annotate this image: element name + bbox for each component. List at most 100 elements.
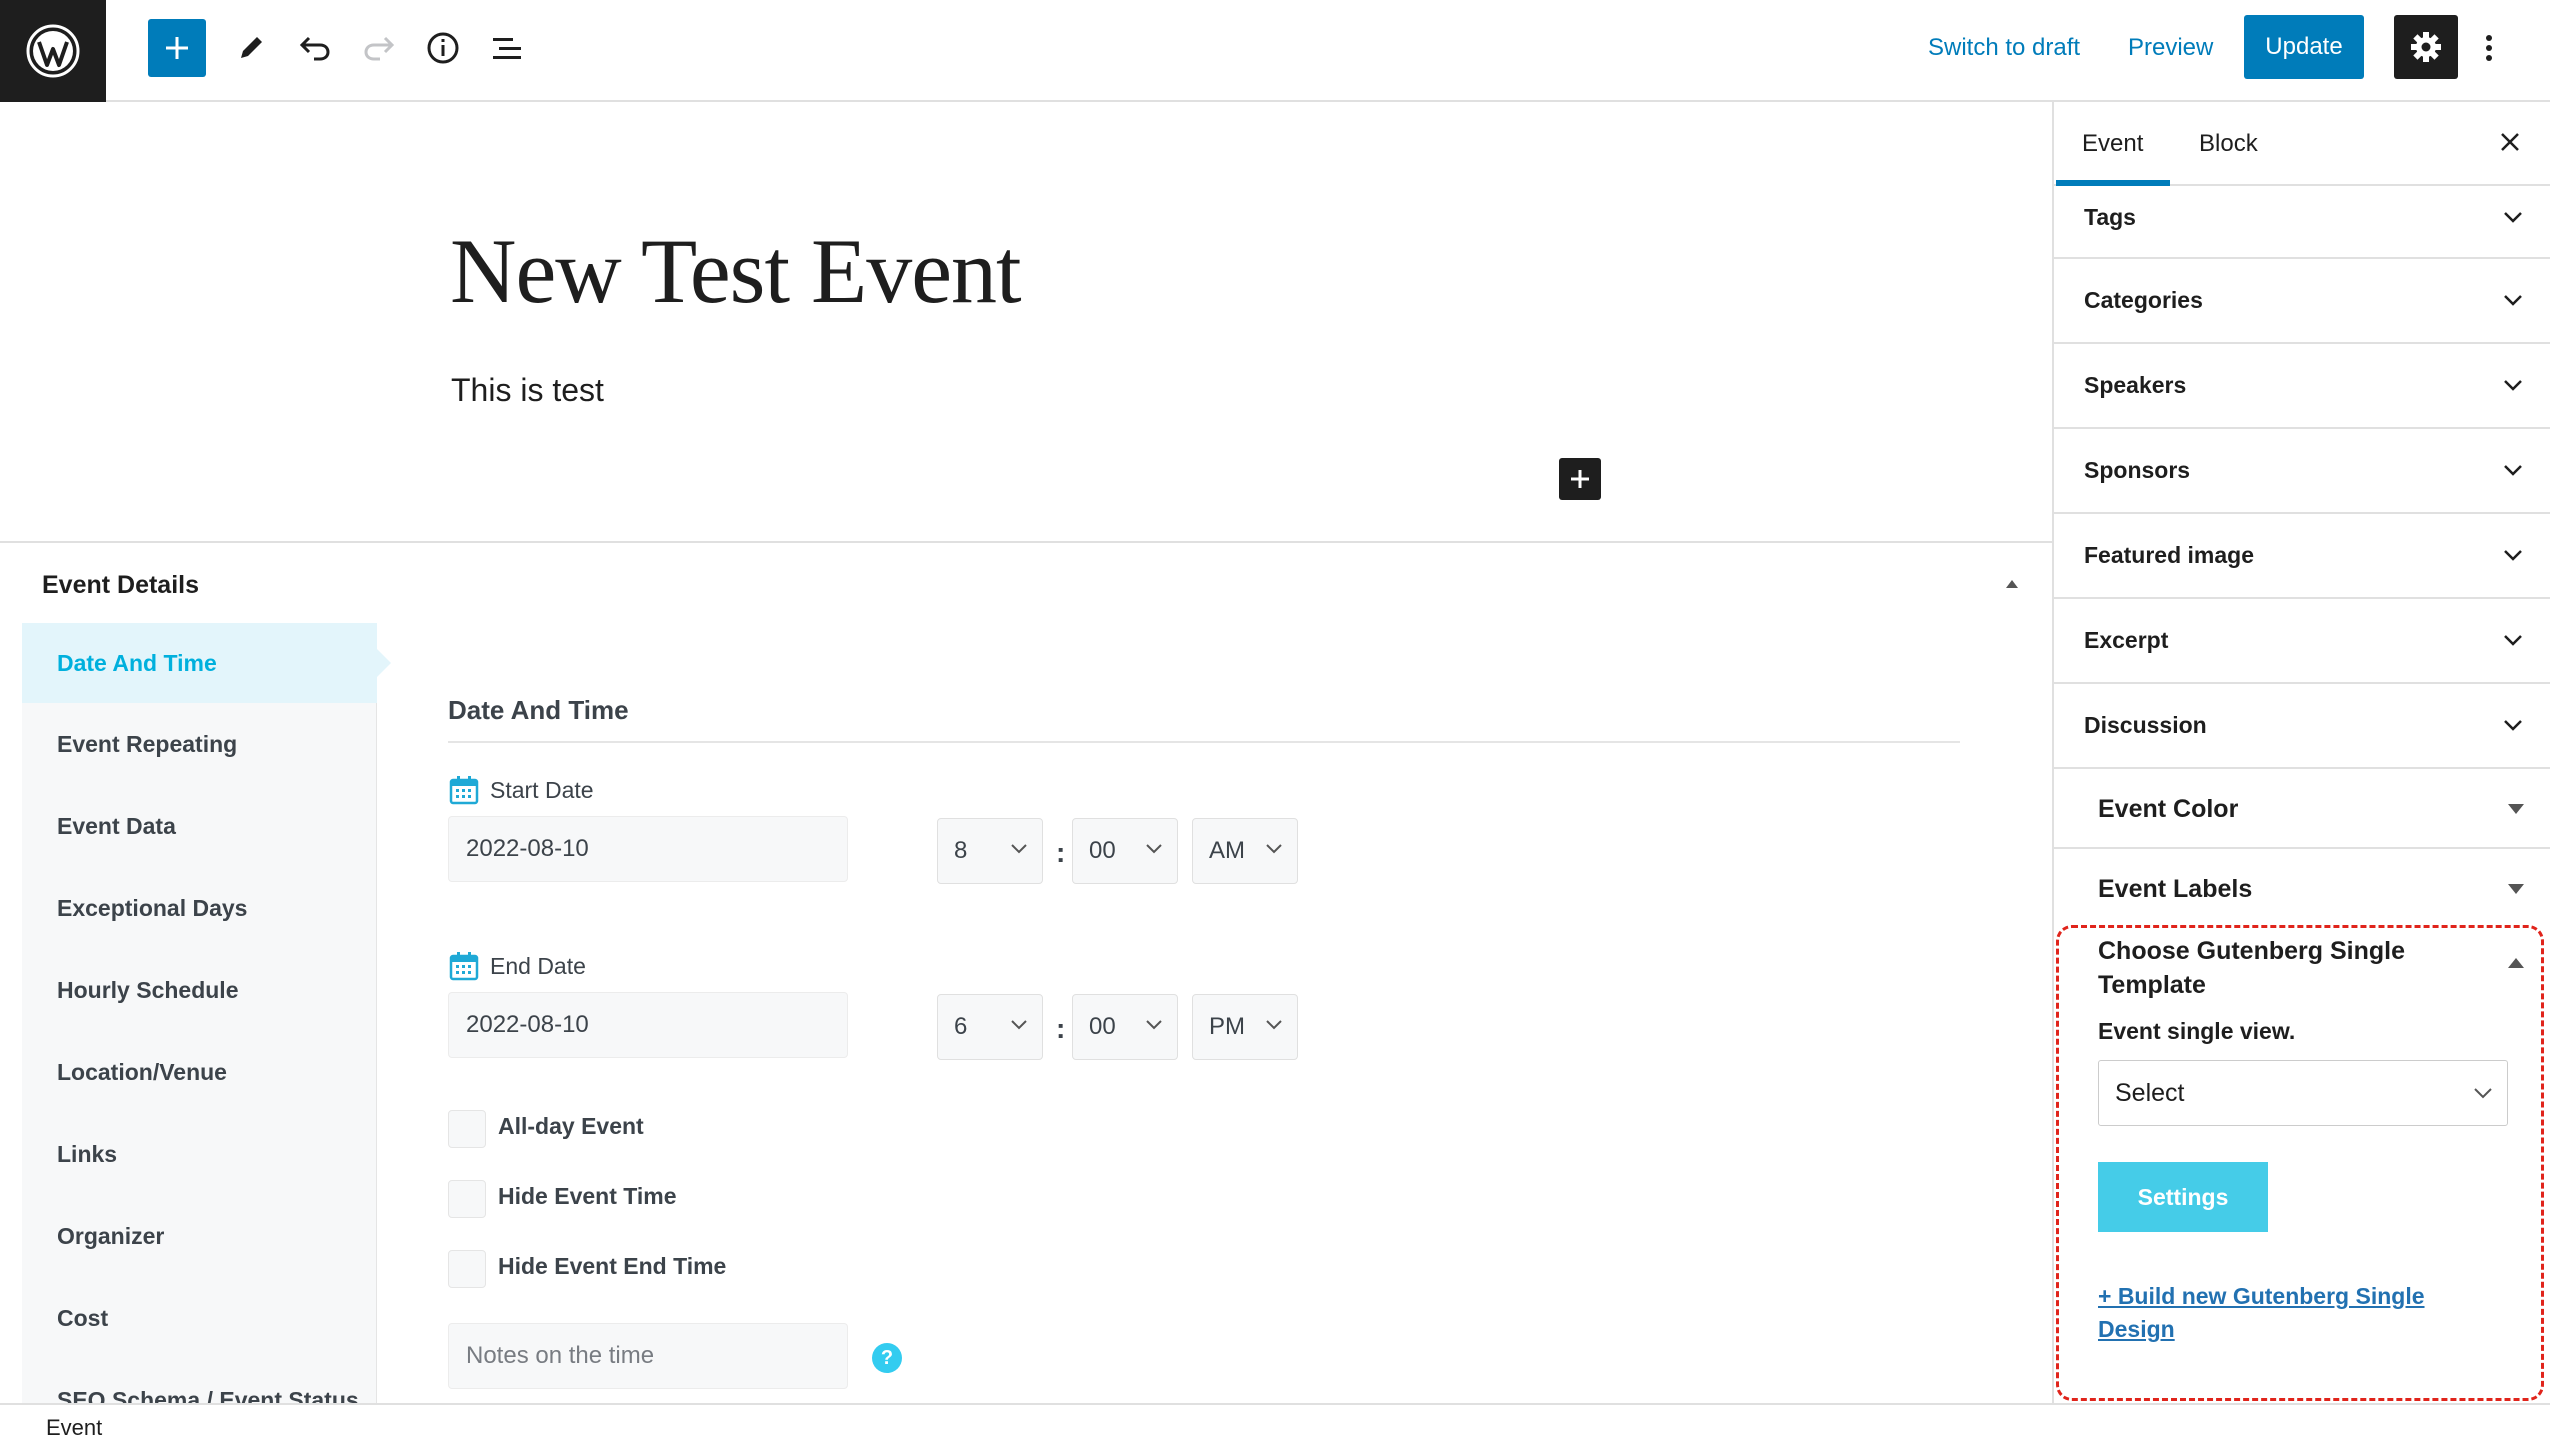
nav-item-cost[interactable]: Cost	[22, 1277, 376, 1359]
chevron-down-icon	[2504, 720, 2522, 731]
preview-button[interactable]: Preview	[2128, 18, 2213, 78]
list-view-button[interactable]	[480, 18, 534, 78]
chevron-down-icon	[1266, 844, 1282, 854]
start-hour-value: 8	[954, 837, 968, 864]
panel-title: Tags	[2084, 204, 2136, 230]
end-ampm-select[interactable]: PM	[1192, 994, 1298, 1060]
redo-icon	[364, 36, 395, 61]
event-single-view-select[interactable]: Select	[2098, 1060, 2508, 1126]
chevron-down-icon	[1011, 1020, 1027, 1030]
update-button[interactable]: Update	[2244, 15, 2364, 79]
triangle-up-icon[interactable]	[2508, 958, 2524, 968]
nav-item-event-data[interactable]: Event Data	[22, 785, 376, 867]
tab-event[interactable]: Event	[2082, 130, 2143, 158]
end-date-label: End Date	[490, 953, 586, 979]
all-day-label: All-day Event	[498, 1113, 644, 1139]
redo-button[interactable]	[352, 18, 406, 78]
section-title: Date And Time	[448, 695, 629, 725]
close-icon	[2501, 133, 2519, 151]
plus-icon	[166, 37, 188, 59]
end-date-input[interactable]: 2022-08-10	[448, 992, 848, 1058]
time-notes-input[interactable]: Notes on the time	[448, 1323, 848, 1389]
add-block-button[interactable]	[148, 19, 206, 77]
chevron-down-icon	[2504, 465, 2522, 476]
block-inserter-button[interactable]	[1559, 458, 1601, 500]
gear-icon	[2411, 32, 2441, 62]
plus-icon	[1571, 470, 1589, 488]
panel-title: Discussion	[2084, 712, 2207, 738]
hide-event-end-time-checkbox[interactable]	[448, 1250, 486, 1288]
paragraph-block[interactable]: This is test	[451, 372, 604, 409]
start-minute-select[interactable]: 00	[1072, 818, 1178, 884]
calendar-icon	[449, 952, 479, 981]
metabox-collapse-toggle[interactable]	[2004, 577, 2020, 595]
wordpress-logo[interactable]	[0, 0, 106, 102]
pencil-icon	[241, 37, 262, 58]
end-hour-select[interactable]: 6	[937, 994, 1043, 1060]
info-icon	[427, 32, 459, 64]
start-ampm-value: AM	[1209, 837, 1245, 864]
switch-to-draft-button[interactable]: Switch to draft	[1928, 18, 2080, 78]
chevron-down-icon	[1146, 1020, 1162, 1030]
start-date-input[interactable]: 2022-08-10	[448, 816, 848, 882]
start-ampm-select[interactable]: AM	[1192, 818, 1298, 884]
metabox-event-labels[interactable]: Event Labels	[2054, 849, 2550, 929]
nav-item-date-and-time[interactable]: Date And Time	[22, 623, 391, 703]
panel-title: Categories	[2084, 287, 2203, 313]
chevron-down-icon	[2504, 380, 2522, 391]
event-details-metabox: Event Details Date And Time Event Repeat…	[0, 541, 2052, 1403]
nav-item-event-repeating[interactable]: Event Repeating	[22, 703, 376, 785]
start-hour-select[interactable]: 8	[937, 818, 1043, 884]
undo-button[interactable]	[288, 18, 342, 78]
breadcrumb-item[interactable]: Event	[46, 1415, 102, 1441]
triangle-up-icon	[2006, 580, 2018, 588]
panel-categories[interactable]: Categories	[2054, 259, 2550, 344]
hide-event-end-time-label: Hide Event End Time	[498, 1253, 727, 1279]
hide-event-time-checkbox[interactable]	[448, 1180, 486, 1218]
tools-button[interactable]	[224, 18, 278, 78]
chevron-down-icon	[1146, 844, 1162, 854]
chevron-down-icon	[2474, 1088, 2492, 1099]
gutenberg-settings-button[interactable]: Settings	[2098, 1162, 2268, 1232]
list-view-icon	[493, 38, 521, 59]
editor-toolbar: Switch to draft Preview Update	[0, 0, 2550, 102]
metabox-nav: Date And Time Event Repeating Event Data…	[22, 623, 391, 1404]
nav-item-seo-schema[interactable]: SEO Schema / Event Status	[22, 1359, 376, 1404]
options-button[interactable]	[2474, 18, 2504, 78]
panel-title: Sponsors	[2084, 457, 2191, 483]
nav-item-links[interactable]: Links	[22, 1113, 376, 1195]
settings-button[interactable]	[2394, 15, 2458, 79]
block-breadcrumb-bar: Event	[0, 1403, 2550, 1447]
build-gutenberg-design-link[interactable]: + Build new Gutenberg Single Design	[2098, 1280, 2478, 1346]
nav-item-exceptional-days[interactable]: Exceptional Days	[22, 867, 376, 949]
panel-title: Speakers	[2084, 372, 2187, 398]
panel-featured-image[interactable]: Featured image	[2054, 514, 2550, 599]
chevron-down-icon	[1011, 844, 1027, 854]
panel-title: Excerpt	[2084, 627, 2169, 653]
chevron-down-icon	[2504, 295, 2522, 306]
chevron-down-icon	[2504, 212, 2522, 223]
post-title[interactable]: New Test Event	[450, 218, 1022, 324]
close-sidebar-button[interactable]	[2498, 130, 2522, 159]
all-day-checkbox[interactable]	[448, 1110, 486, 1148]
panel-tags[interactable]: Tags	[2054, 186, 2550, 259]
end-minute-select[interactable]: 00	[1072, 994, 1178, 1060]
panel-speakers[interactable]: Speakers	[2054, 344, 2550, 429]
panel-discussion[interactable]: Discussion	[2054, 684, 2550, 769]
help-icon[interactable]: ?	[872, 1343, 902, 1373]
start-minute-value: 00	[1089, 837, 1116, 864]
chevron-down-icon	[2504, 635, 2522, 646]
event-labels-title: Event Labels	[2098, 875, 2253, 903]
nav-item-hourly-schedule[interactable]: Hourly Schedule	[22, 949, 376, 1031]
metabox-event-color[interactable]: Event Color	[2054, 769, 2550, 849]
panel-sponsors[interactable]: Sponsors	[2054, 429, 2550, 514]
select-value: Select	[2115, 1078, 2185, 1107]
chevron-down-icon	[1266, 1020, 1282, 1030]
tab-block[interactable]: Block	[2199, 130, 2258, 158]
chevron-down-icon	[2504, 550, 2522, 561]
nav-item-location-venue[interactable]: Location/Venue	[22, 1031, 376, 1113]
section-divider	[448, 741, 1960, 743]
nav-item-organizer[interactable]: Organizer	[22, 1195, 376, 1277]
panel-excerpt[interactable]: Excerpt	[2054, 599, 2550, 684]
details-button[interactable]	[416, 18, 470, 78]
